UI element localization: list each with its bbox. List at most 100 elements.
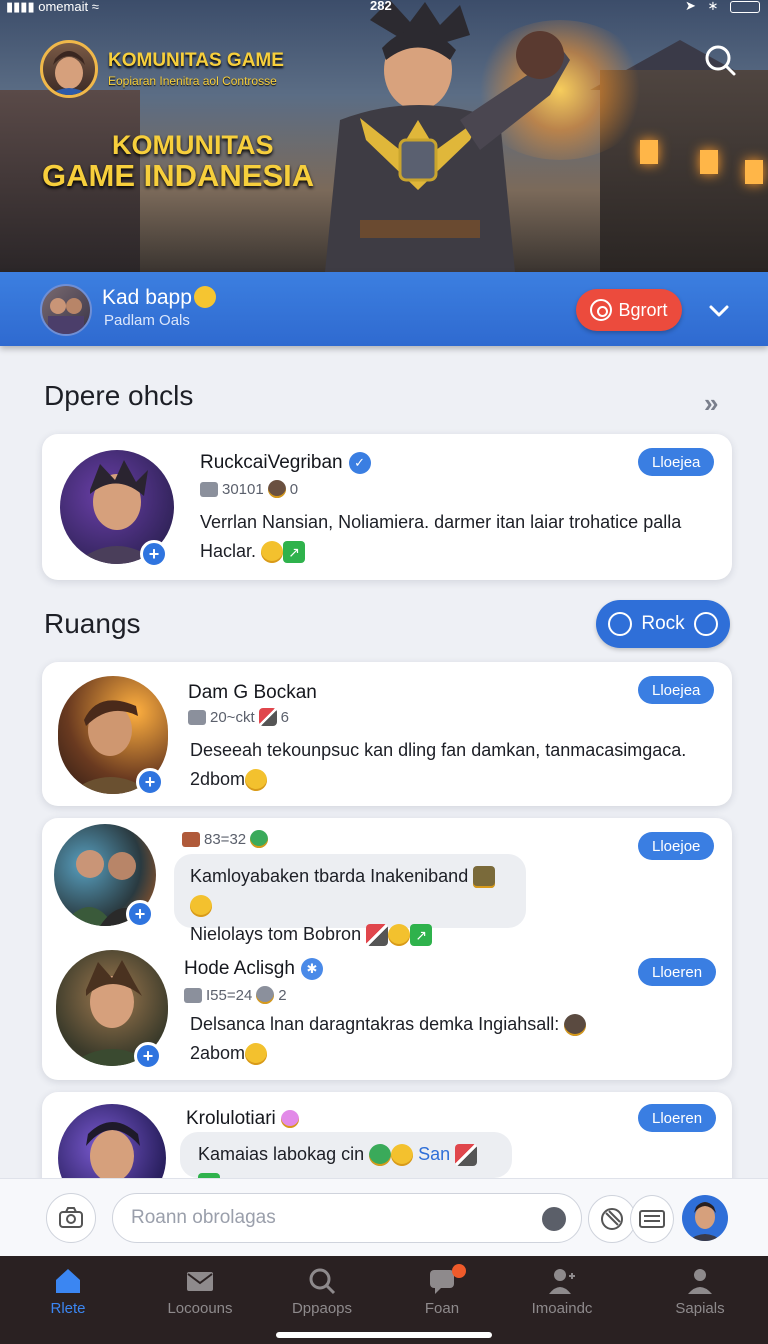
double-chevron-right-icon[interactable]: »: [704, 388, 719, 419]
badge-icon: [184, 987, 202, 1003]
verified-badge-icon: ✓: [348, 452, 371, 474]
pinned-post-card[interactable]: + RuckcaiVegriban ✓ 30101 0 Lloejea Verrl…: [42, 434, 732, 580]
green-sticker-icon: ↗: [410, 924, 433, 947]
badge-icon: [200, 481, 218, 497]
coin-icon: [256, 986, 275, 1004]
hero-window: [700, 150, 718, 174]
carrier-label: ▮▮▮▮ omemait ≈: [6, 0, 99, 14]
post-username: Hode Aclisgh ✱: [184, 958, 323, 980]
status-pill[interactable]: Lloejoe: [638, 832, 715, 860]
status-icons: ➤ ∗: [685, 0, 760, 14]
add-friend-badge[interactable]: +: [126, 900, 154, 928]
search-icon[interactable]: [700, 40, 740, 80]
sticker-icon: [455, 1144, 478, 1167]
refresh-icon: [608, 612, 632, 636]
status-pill[interactable]: Lloeren: [638, 1104, 717, 1132]
mini-avatar-icon: [267, 480, 286, 498]
group-avatar[interactable]: [40, 284, 92, 336]
rooms-action-button[interactable]: Rock: [596, 600, 730, 648]
flower-badge-icon: [281, 1109, 300, 1128]
tab-chat[interactable]: Foan: [382, 1264, 502, 1317]
person-add-icon: [549, 1269, 575, 1294]
post-card[interactable]: Krolulotiari Lloeren Kamaias labokag cin…: [42, 1092, 732, 1212]
community-avatar[interactable]: [40, 40, 98, 98]
message-bubble[interactable]: Kamloyabaken tbarda Inakeniband Nielolay…: [174, 854, 526, 947]
mail-icon: [187, 1272, 213, 1291]
status-pill[interactable]: Lloejea: [638, 448, 715, 476]
emoji-icon[interactable]: [542, 1207, 566, 1231]
hero-banner: ▮▮▮▮ omemait ≈ 282 ➤ ∗ KOMUNITAS GAME Eo…: [0, 0, 768, 272]
hero-title-line2: GAME INDANESIA: [42, 158, 315, 193]
add-friend-badge[interactable]: +: [134, 1042, 162, 1070]
status-bar: ▮▮▮▮ omemait ≈ 282 ➤ ∗: [0, 0, 768, 14]
globe-icon: [369, 1144, 392, 1167]
post-message: Delsanca lnan daragntakras demka Ingiahs…: [190, 1010, 720, 1068]
mention-tag[interactable]: San: [418, 1144, 450, 1164]
post-username: RuckcaiVegriban ✓: [200, 452, 371, 474]
post-meta: 83=32: [182, 830, 269, 848]
report-button[interactable]: Bgrort: [576, 289, 682, 331]
smile-emoji-icon: [391, 1144, 414, 1167]
chevron-down-icon[interactable]: [706, 298, 732, 324]
badge-icon: [182, 831, 200, 847]
user-profile-avatar[interactable]: [682, 1195, 728, 1241]
keyboard-button[interactable]: [630, 1195, 674, 1243]
community-subtitle: Eopiaran Inenitra aol Controsse: [108, 74, 277, 88]
hero-window: [745, 160, 763, 184]
report-icon: [590, 299, 613, 321]
verified-badge-icon: ✱: [300, 958, 323, 980]
profile-icon: [688, 1269, 712, 1294]
sticker-icon: [473, 866, 496, 889]
mini-avatar-icon: [564, 1014, 587, 1037]
bottom-tab-bar: Rlete Locoouns Dppaops Foan Imoaindc Sap…: [0, 1256, 768, 1344]
post-card-group: + 83=32 Lloejoe Kamloyabaken tbarda Inak…: [42, 818, 732, 1080]
sticker-icon: [258, 708, 277, 726]
post-username: Krolulotiari: [186, 1108, 300, 1130]
group-header-bar: Kad bapp Padlam Oals Bgrort: [0, 272, 768, 346]
community-title: KOMUNITAS GAME: [108, 50, 284, 71]
notification-badge: [452, 1264, 466, 1278]
status-pill[interactable]: Lloejea: [638, 676, 715, 704]
smile-emoji-icon: [245, 1043, 268, 1066]
home-indicator[interactable]: [276, 1332, 492, 1338]
hero-window: [640, 140, 658, 164]
tab-mail[interactable]: Locoouns: [140, 1266, 260, 1317]
smile-emoji-icon: [190, 895, 212, 918]
sticker-button[interactable]: [588, 1195, 636, 1243]
tab-search[interactable]: Dppaops: [262, 1266, 382, 1317]
smile-emoji-icon: [245, 769, 268, 792]
add-friend-badge[interactable]: +: [136, 768, 164, 796]
status-pill[interactable]: Lloeren: [638, 958, 717, 986]
green-sticker-icon: ↗: [283, 541, 306, 564]
post-card[interactable]: + Dam G Bockan 20~ckt 6 Lloejea Deseeah …: [42, 662, 732, 806]
group-name: Kad bapp: [102, 286, 192, 309]
tab-home[interactable]: Rlete: [8, 1266, 128, 1317]
message-composer: [0, 1178, 768, 1256]
search-icon: [309, 1268, 336, 1295]
post-message: Deseeah tekounpsuc kan dling fan damkan,…: [190, 736, 720, 794]
sticker-icon: [601, 1208, 623, 1230]
message-input[interactable]: [112, 1193, 582, 1243]
sticker-icon: [366, 924, 389, 947]
post-meta: 20~ckt 6: [188, 708, 289, 726]
message-bubble[interactable]: Kamaias labokag cin San ↗: [180, 1132, 512, 1196]
tab-add-person[interactable]: Imoaindc: [502, 1266, 622, 1317]
post-username: Dam G Bockan: [188, 682, 317, 703]
post-meta: 30101 0: [200, 480, 298, 498]
battery-icon: [730, 0, 760, 13]
clock: 282: [370, 0, 392, 13]
smile-emoji-icon: [261, 541, 284, 564]
smile-emoji-icon: [194, 286, 216, 308]
post-message: Verrlan Nansian, Noliamiera. darmer itan…: [200, 508, 720, 566]
camera-button[interactable]: [46, 1193, 96, 1243]
tab-profile[interactable]: Sapials: [640, 1266, 760, 1317]
report-button-label: Bgrort: [618, 299, 668, 320]
badge-icon: [188, 709, 206, 725]
group-subtitle: Padlam Oals: [104, 312, 190, 329]
section-title-pinned: Dpere ohcls: [44, 380, 194, 411]
camera-icon: [59, 1207, 83, 1228]
hero-title-line1: KOMUNITAS: [112, 130, 274, 160]
add-friend-badge[interactable]: +: [140, 540, 168, 568]
hero-character-illustration: [325, 0, 570, 272]
keyboard-icon: [639, 1210, 665, 1228]
